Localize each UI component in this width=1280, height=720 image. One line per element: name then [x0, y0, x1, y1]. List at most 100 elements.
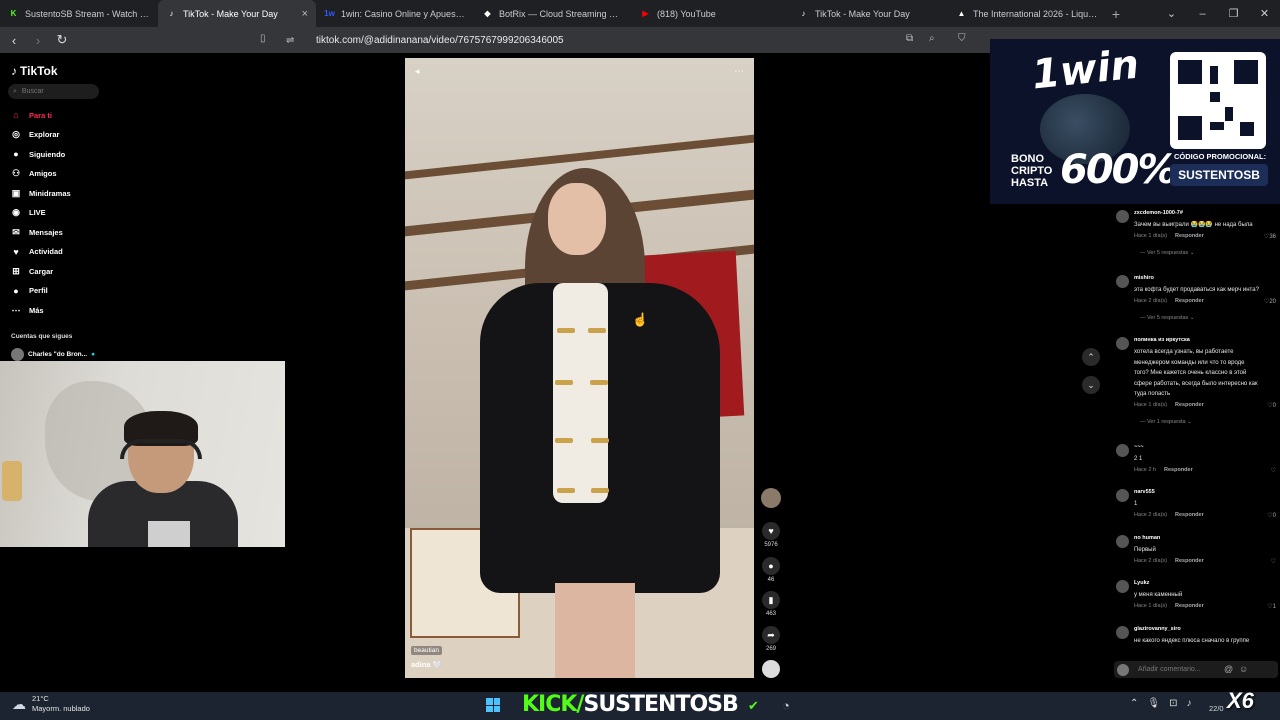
reply-button[interactable]: Responder [1175, 233, 1204, 239]
browser-tab[interactable]: ▶ (818) YouTube [632, 0, 790, 27]
avatar[interactable] [1116, 210, 1129, 223]
comment-text: хотела всегда узнать, вы работаете менедж… [1134, 349, 1258, 397]
music-disc[interactable] [761, 660, 781, 680]
view-replies-button[interactable]: — Ver 1 respuesta ⌄ [1140, 419, 1192, 425]
avatar[interactable] [1116, 444, 1129, 457]
browser-tab[interactable]: ♪ TikTok - Make Your Day × [158, 0, 316, 27]
comment-like-button[interactable]: ♡ [1271, 558, 1276, 565]
comment-meta: Hace 2 día(s) Responder [1134, 557, 1204, 564]
sidebar-item-label: Perfil [29, 286, 48, 295]
volume-icon[interactable]: ♪ [1186, 698, 1191, 709]
microphone-icon[interactable]: 🎙 [1147, 698, 1160, 709]
emoji-icon[interactable]: ☺ [1239, 664, 1248, 674]
comment-input[interactable]: Añadir comentario... [1114, 661, 1278, 678]
browser-tab[interactable]: K SustentoSB Stream - Watch Live [0, 0, 158, 27]
comment-username[interactable]: ~~~ [1134, 444, 1144, 450]
video-more-icon[interactable]: ⋯ [734, 66, 744, 77]
comment-username[interactable]: glazirovanny_siro [1134, 626, 1181, 632]
comment-username[interactable]: narv555 [1134, 489, 1155, 495]
video-tag[interactable]: beautian [411, 646, 442, 655]
sidebar-item[interactable]: ♥ Actividad [11, 244, 161, 260]
comment-like-button[interactable]: ♡0 [1267, 402, 1276, 409]
previous-video-button[interactable]: ⌃ [1082, 348, 1100, 366]
sidebar-item[interactable]: ⚇ Amigos [11, 166, 161, 182]
sidebar-item[interactable]: ⌂ Para ti [11, 107, 161, 123]
chevron-up-icon[interactable]: ⌃ [1130, 698, 1138, 709]
new-tab-button[interactable]: + [1106, 0, 1126, 27]
reply-button[interactable]: Responder [1164, 467, 1193, 473]
minimize-button[interactable]: – [1187, 0, 1218, 27]
sidebar-item-label: Siguiendo [29, 149, 66, 159]
site-info-icon[interactable]: ⇌ [286, 35, 300, 46]
reload-icon[interactable]: ↻ [52, 32, 72, 48]
comment-like-button[interactable]: ♡0 [1267, 512, 1276, 519]
reply-button[interactable]: Responder [1175, 512, 1204, 518]
search-input[interactable]: ⌕ Buscar [8, 84, 99, 99]
avatar[interactable] [1116, 275, 1129, 288]
view-replies-button[interactable]: — Ver 5 respuestas ⌄ [1140, 315, 1194, 321]
video-username[interactable]: adina 🤍 [411, 660, 442, 669]
save-button[interactable]: ▮ 463 [761, 591, 781, 617]
reply-button[interactable]: Responder [1175, 402, 1204, 408]
creator-avatar[interactable] [761, 488, 781, 510]
sidebar-item[interactable]: ⊞ Cargar [11, 263, 161, 279]
comment-like-button[interactable]: ♡ [1271, 467, 1276, 474]
reply-button[interactable]: Responder [1175, 298, 1204, 304]
brave-shield-icon[interactable]: ⛉ [958, 33, 966, 44]
comment-username[interactable]: no human [1134, 535, 1160, 541]
volume-icon[interactable]: ◂ [415, 66, 420, 77]
comment-username[interactable]: mishiro [1134, 275, 1154, 281]
translate-icon[interactable]: ⧉ [906, 33, 913, 44]
close-window-button[interactable]: ✕ [1249, 0, 1280, 27]
comment-username[interactable]: Lyukz [1134, 580, 1149, 586]
tiktok-logo[interactable]: ♪ TikTok [11, 64, 58, 78]
windows-taskbar: ☁ 21°C Mayorm. nublado KICK/SUSTENTOSB ✔ … [0, 692, 1280, 720]
address-bar[interactable]: ⇌ tiktok.com/@adidinanana/video/76757679… [286, 30, 1026, 50]
video-player[interactable]: ◂ ⋯ beautian adina 🤍 [405, 58, 754, 678]
close-tab-icon[interactable]: × [302, 8, 308, 20]
sidebar-item[interactable]: ● Siguiendo [11, 146, 161, 162]
sidebar-item[interactable]: ▣ Minidramas [11, 185, 161, 201]
comment-username[interactable]: полинка из иркутска [1134, 337, 1190, 343]
maximize-button[interactable]: ❐ [1218, 0, 1249, 27]
bookmark-icon[interactable]: ▯ [260, 33, 266, 44]
browser-tab[interactable]: ◆ BotRix — Cloud Streaming Bot for [474, 0, 632, 27]
comment-button[interactable]: ● 46 [761, 557, 781, 583]
start-button[interactable] [486, 698, 500, 712]
zoom-icon[interactable]: ⌕ [929, 33, 935, 44]
avatar[interactable] [1116, 489, 1129, 502]
browser-tab[interactable]: ♪ TikTok - Make Your Day [790, 0, 948, 27]
avatar[interactable] [1116, 535, 1129, 548]
browser-tab[interactable]: ▲ The International 2026 - Liquipedia [948, 0, 1106, 27]
avatar[interactable] [1116, 580, 1129, 593]
minidrama-icon: ▣ [11, 187, 21, 198]
sidebar-item[interactable]: ◉ LIVE [11, 205, 161, 221]
avatar[interactable] [1116, 626, 1129, 639]
comment-like-button[interactable]: ♡20 [1264, 298, 1276, 305]
following-account[interactable]: Charles "do Bron... ● [11, 348, 95, 361]
share-button[interactable]: ➦ 269 [761, 626, 781, 652]
forward-icon[interactable]: › [28, 33, 48, 48]
browser-tab[interactable]: 1w 1win: Casino Online y Apuestas Dep [316, 0, 474, 27]
back-icon[interactable]: ‹ [4, 33, 24, 48]
comment-icon: ● [762, 557, 780, 575]
avatar[interactable] [1116, 337, 1129, 350]
sidebar-item[interactable]: ◎ Explorar [11, 127, 161, 143]
tab-search-icon[interactable]: ⌄ [1156, 0, 1187, 27]
mention-icon[interactable]: @ [1224, 664, 1233, 674]
reply-button[interactable]: Responder [1175, 558, 1204, 564]
reply-button[interactable]: Responder [1175, 603, 1204, 609]
weather-widget[interactable]: ☁ 21°C Mayorm. nublado [12, 694, 90, 714]
app-icon[interactable]: ◔ [782, 698, 790, 713]
comment-like-button[interactable]: ♡36 [1264, 233, 1276, 240]
more-icon: ⋯ [11, 304, 21, 315]
network-icon[interactable]: ⊡ [1169, 698, 1177, 709]
comment-username[interactable]: zxcdemon-1000-7# [1134, 210, 1183, 216]
next-video-button[interactable]: ⌄ [1082, 376, 1100, 394]
comment-like-button[interactable]: ♡1 [1267, 603, 1276, 610]
view-replies-button[interactable]: — Ver 5 respuestas ⌄ [1140, 250, 1194, 256]
like-button[interactable]: ♥ 5976 [761, 522, 781, 548]
sidebar-item[interactable]: ● Perfil [11, 283, 161, 299]
sidebar-item[interactable]: ⋯ Más [11, 302, 161, 318]
sidebar-item[interactable]: ✉ Mensajes [11, 224, 161, 240]
